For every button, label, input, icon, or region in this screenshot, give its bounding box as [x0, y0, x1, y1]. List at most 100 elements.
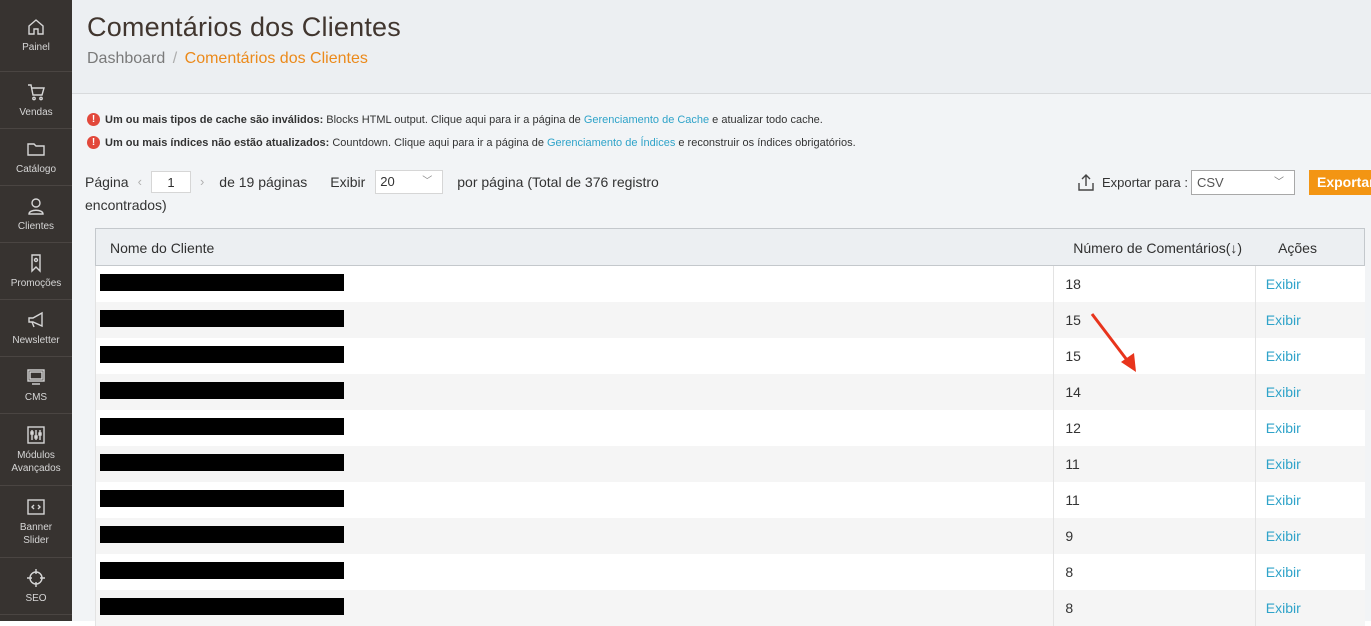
page-count: de 19 páginas — [219, 174, 308, 190]
sidebar-item-label: SEO — [25, 592, 47, 604]
chevron-right-icon[interactable]: › — [200, 171, 204, 193]
message-text: e atualizar todo cache. — [712, 113, 823, 126]
table-row: 15 Exibir — [95, 338, 1365, 374]
monitor-icon — [26, 367, 46, 387]
sidebar-item-label: Promoções — [10, 277, 62, 289]
index-management-link[interactable]: Gerenciamento de Índices — [547, 137, 675, 149]
message-bold: Um ou mais índices não estão atualizados… — [105, 136, 330, 149]
sidebar-item-vendas[interactable]: Vendas — [0, 72, 72, 129]
column-header-count[interactable]: Número de Comentários(↓) — [1060, 229, 1264, 265]
sidebar-item-cms[interactable]: CMS — [0, 357, 72, 414]
cell-comment-count: 12 — [1053, 410, 1256, 446]
sort-descending-icon: (↓) — [1225, 240, 1243, 256]
page-title: Comentários dos Clientes — [87, 12, 401, 42]
table-row: 18 Exibir — [95, 266, 1365, 302]
sidebar: Painel Vendas Catálogo Clientes Promoçõe… — [0, 0, 72, 621]
export-format-value: CSV — [1197, 175, 1224, 190]
cell-customer-name — [96, 554, 1053, 590]
per-page-text: por página (Total de 376 registro — [457, 174, 659, 190]
message-text: e reconstruir os índices obrigatórios. — [678, 136, 856, 149]
sidebar-item-painel[interactable]: Painel — [0, 0, 72, 72]
view-link[interactable]: Exibir — [1256, 302, 1365, 338]
breadcrumb: Dashboard / Comentários dos Clientes — [87, 50, 368, 68]
page-number-input[interactable] — [150, 171, 191, 193]
table-row: 14 Exibir — [95, 374, 1365, 410]
view-link[interactable]: Exibir — [1256, 482, 1365, 518]
crosshair-icon — [26, 568, 46, 588]
cell-comment-count: 11 — [1053, 446, 1256, 482]
sidebar-item-label: Catálogo — [15, 163, 57, 175]
table-row: 11 Exibir — [95, 482, 1365, 518]
cache-management-link[interactable]: Gerenciamento de Cache — [584, 114, 709, 126]
sidebar-item-banner-slider[interactable]: Banner Slider — [0, 486, 72, 558]
sidebar-item-label: CMS — [24, 391, 48, 403]
sidebar-item-catalogo[interactable]: Catálogo — [0, 129, 72, 186]
view-link[interactable]: Exibir — [1256, 338, 1365, 374]
sidebar-item-clientes[interactable]: Clientes — [0, 186, 72, 243]
view-link[interactable]: Exibir — [1256, 266, 1365, 302]
view-link[interactable]: Exibir — [1256, 518, 1365, 554]
error-icon: ! — [87, 113, 100, 126]
cell-customer-name — [96, 302, 1053, 338]
breadcrumb-current: Comentários dos Clientes — [184, 50, 368, 67]
show-label: Exibir — [330, 174, 366, 190]
column-header-name[interactable]: Nome do Cliente — [96, 229, 1060, 265]
sidebar-item-label: Painel — [22, 42, 50, 53]
cell-customer-name — [96, 338, 1053, 374]
home-icon — [26, 17, 46, 37]
cell-comment-count: 9 — [1053, 518, 1256, 554]
cell-customer-name — [96, 410, 1053, 446]
per-page-select[interactable]: 20 ﹀ — [375, 170, 444, 194]
redacted-name — [100, 274, 344, 291]
redacted-name — [100, 454, 344, 471]
table-row: 9 Exibir — [95, 518, 1365, 554]
page-header: Comentários dos Clientes Dashboard / Com… — [72, 0, 1371, 94]
sliders-icon — [26, 425, 46, 445]
megaphone-icon — [26, 310, 46, 330]
sidebar-item-promocoes[interactable]: Promoções — [0, 243, 72, 300]
sidebar-item-label: Clientes — [17, 220, 55, 232]
cell-customer-name — [96, 266, 1053, 302]
view-link[interactable]: Exibir — [1256, 446, 1365, 482]
system-messages: ! Um ou mais tipos de cache são inválido… — [87, 108, 856, 154]
cell-comment-count: 11 — [1053, 482, 1256, 518]
cell-comment-count: 8 — [1053, 554, 1256, 590]
table-row: 15 Exibir — [95, 302, 1365, 338]
pager: Página ‹ › de 19 páginas Exibir 20 ﹀ por… — [85, 170, 685, 216]
export-format-select[interactable]: CSV ﹀ — [1191, 170, 1295, 195]
view-link[interactable]: Exibir — [1256, 554, 1365, 590]
message-bold: Um ou mais tipos de cache são inválidos: — [105, 113, 324, 126]
message-index: ! Um ou mais índices não estão atualizad… — [87, 131, 856, 154]
comments-table: Nome do Cliente Número de Comentários(↓)… — [95, 228, 1365, 626]
error-icon: ! — [87, 136, 100, 149]
per-page-text-continued: encontrados) — [85, 197, 167, 213]
view-link[interactable]: Exibir — [1256, 374, 1365, 410]
redacted-name — [100, 310, 344, 327]
cell-customer-name — [96, 518, 1053, 554]
breadcrumb-root[interactable]: Dashboard — [87, 50, 165, 67]
redacted-name — [100, 526, 344, 543]
export-button[interactable]: Exportar — [1309, 170, 1371, 195]
sidebar-item-label: Módulos Avançados — [11, 449, 61, 474]
sidebar-item-label: Banner Slider — [19, 521, 53, 546]
cell-comment-count: 14 — [1053, 374, 1256, 410]
cell-customer-name — [96, 446, 1053, 482]
export-label: Exportar para : — [1102, 175, 1188, 190]
message-text: Countdown. Clique aqui para ir a página … — [332, 136, 544, 149]
sidebar-item-newsletter[interactable]: Newsletter — [0, 300, 72, 357]
cell-comment-count: 18 — [1053, 266, 1256, 302]
chevron-left-icon[interactable]: ‹ — [138, 171, 142, 193]
sidebar-item-seo[interactable]: SEO — [0, 558, 72, 615]
table-row: 11 Exibir — [95, 446, 1365, 482]
chevron-down-icon: ﹀ — [422, 176, 433, 187]
user-icon — [26, 196, 46, 216]
breadcrumb-separator: / — [172, 50, 178, 67]
redacted-name — [100, 562, 344, 579]
view-link[interactable]: Exibir — [1256, 410, 1365, 446]
sidebar-item-modulos-avancados[interactable]: Módulos Avançados — [0, 414, 72, 486]
sidebar-item-label: Vendas — [19, 106, 53, 118]
sidebar-item-label: Newsletter — [12, 334, 60, 346]
table-row: 8 Exibir — [95, 554, 1365, 590]
chevron-down-icon: ﹀ — [1274, 177, 1284, 188]
cart-icon — [26, 82, 46, 102]
